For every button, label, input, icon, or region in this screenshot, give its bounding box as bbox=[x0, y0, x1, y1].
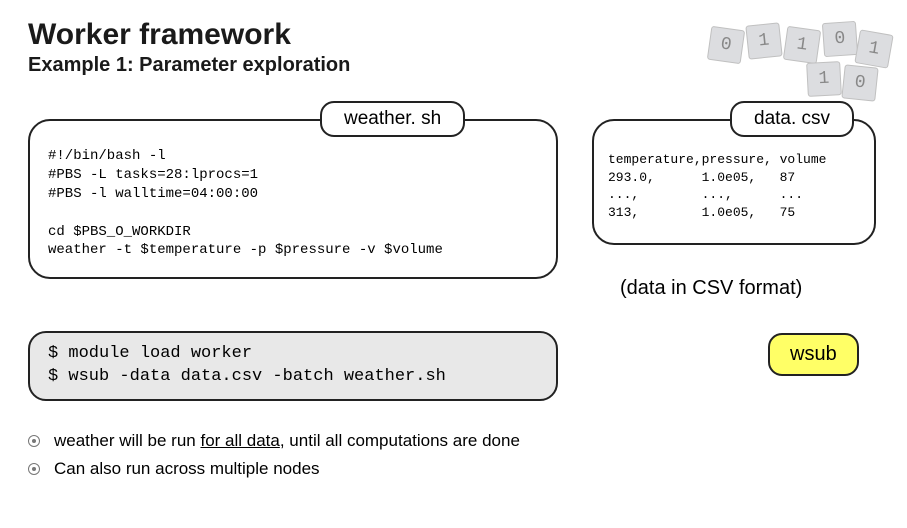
wsub-badge: wsub bbox=[768, 333, 859, 376]
cube-icon: 1 bbox=[783, 26, 821, 64]
bullet-text-part: , until all computations are done bbox=[280, 431, 520, 450]
bullet-text-underline: for all data bbox=[200, 431, 279, 450]
command-box: $ module load worker $ wsub -data data.c… bbox=[28, 331, 558, 401]
cube-icon: 0 bbox=[841, 64, 878, 101]
decorative-cubes: 0 1 1 0 1 1 0 bbox=[703, 22, 883, 102]
cube-icon: 0 bbox=[707, 26, 745, 64]
cube-icon: 1 bbox=[854, 29, 893, 68]
script-code-box: #!/bin/bash -l #PBS -L tasks=28:lprocs=1… bbox=[28, 119, 558, 279]
list-item: weather will be run for all data, until … bbox=[28, 431, 520, 451]
list-item: Can also run across multiple nodes bbox=[28, 459, 520, 479]
bullet-icon bbox=[28, 435, 40, 447]
cube-icon: 1 bbox=[806, 61, 842, 97]
csv-code-box: temperature,pressure, volume 293.0, 1.0e… bbox=[592, 119, 876, 245]
tab-data-csv: data. csv bbox=[730, 101, 854, 137]
cube-icon: 0 bbox=[822, 21, 858, 57]
bullet-text-part: weather will be run bbox=[54, 431, 200, 450]
bullet-text: Can also run across multiple nodes bbox=[54, 459, 320, 479]
bullet-list: weather will be run for all data, until … bbox=[28, 431, 520, 487]
csv-format-note: (data in CSV format) bbox=[620, 277, 802, 300]
cube-icon: 1 bbox=[745, 22, 782, 59]
bullet-icon bbox=[28, 463, 40, 475]
bullet-text: weather will be run for all data, until … bbox=[54, 431, 520, 451]
tab-weather-sh: weather. sh bbox=[320, 101, 465, 137]
